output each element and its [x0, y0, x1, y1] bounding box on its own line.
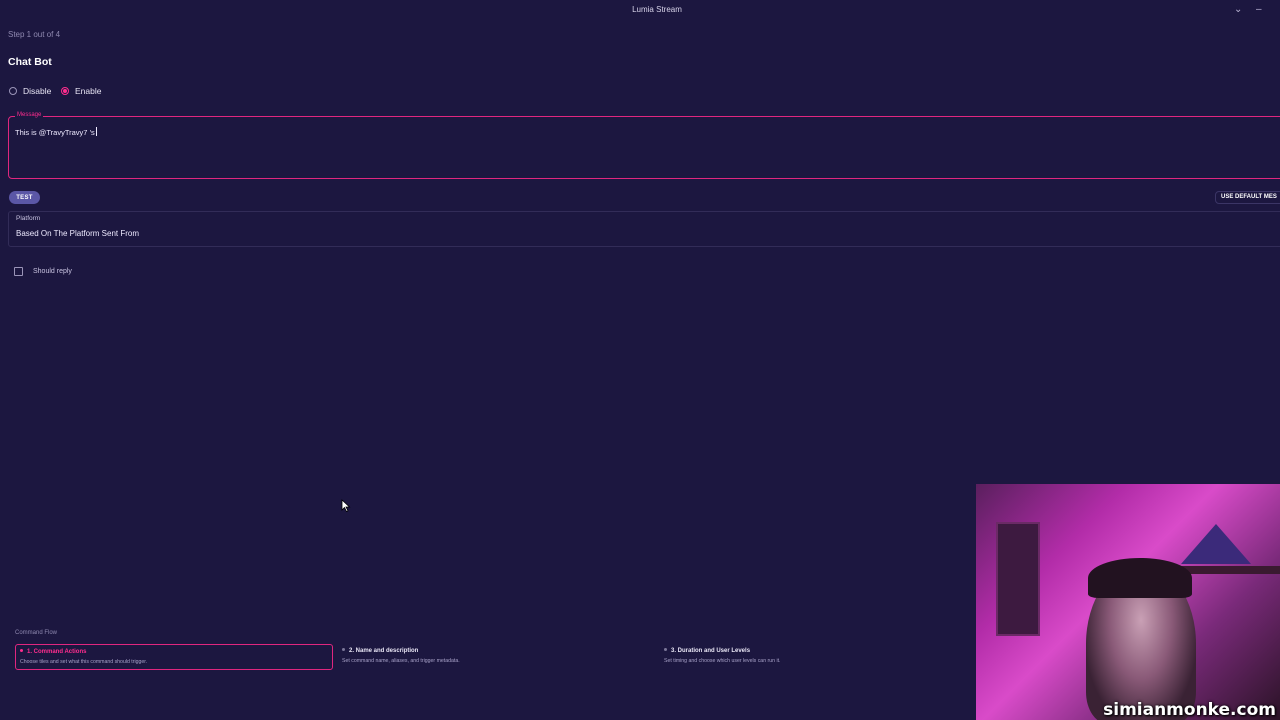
app-title: Lumia Stream	[632, 5, 682, 14]
message-value: This is @TravyTravy7 's	[15, 128, 95, 137]
platform-label: Platform	[16, 215, 41, 222]
flow-step-desc: Set timing and choose which user levels …	[664, 658, 781, 664]
flow-step-title: 2. Name and description	[349, 648, 419, 654]
radio-enable-circle[interactable]	[61, 87, 69, 95]
radio-disable-circle[interactable]	[9, 87, 17, 95]
should-reply-checkbox[interactable]	[14, 267, 23, 276]
test-button[interactable]: TEST	[9, 191, 40, 204]
radio-disable[interactable]: Disable	[9, 86, 51, 96]
webcam-overlay: simianmonke.com	[976, 484, 1280, 720]
flag-display	[1181, 524, 1251, 564]
watermark-text: simianmonke.com	[1103, 700, 1276, 720]
chevron-down-icon[interactable]: ⌄	[1234, 4, 1242, 16]
use-default-message-button[interactable]: USE DEFAULT MES	[1215, 191, 1280, 204]
minimize-icon[interactable]: –	[1256, 4, 1262, 16]
flow-step-duration-user-levels[interactable]: 3. Duration and User Levels Set timing a…	[660, 644, 970, 670]
flow-step-desc: Set command name, aliases, and trigger m…	[342, 658, 460, 664]
wall-poster	[996, 522, 1040, 636]
flow-step-desc: Choose tiles and set what this command s…	[20, 659, 148, 665]
message-input[interactable]: This is @TravyTravy7 's	[15, 127, 97, 137]
dot-icon	[664, 648, 667, 651]
platform-select[interactable]: Platform Based On The Platform Sent From	[8, 211, 1280, 247]
streamer-hair	[1088, 558, 1192, 598]
radio-disable-label: Disable	[23, 86, 52, 96]
message-field[interactable]: Message This is @TravyTravy7 's	[8, 112, 1280, 179]
flow-step-title: 3. Duration and User Levels	[671, 648, 751, 654]
flow-step-name-description[interactable]: 2. Name and description Set command name…	[338, 644, 656, 670]
should-reply-label: Should reply	[33, 268, 72, 275]
radio-enable-label: Enable	[75, 86, 102, 96]
message-label: Message	[15, 112, 44, 118]
title-bar: Lumia Stream ⌄ –	[0, 0, 1280, 22]
command-flow-title: Command Flow	[15, 630, 58, 636]
step-indicator: Step 1 out of 4	[8, 30, 61, 39]
text-caret	[95, 127, 97, 136]
active-dot-icon	[20, 649, 23, 652]
radio-enable[interactable]: Enable	[61, 86, 101, 96]
flow-step-command-actions[interactable]: 1. Command Actions Choose tiles and set …	[15, 644, 333, 670]
dot-icon	[342, 648, 345, 651]
platform-value: Based On The Platform Sent From	[16, 229, 140, 238]
mouse-pointer-icon	[341, 499, 351, 513]
section-title: Chat Bot	[8, 56, 52, 68]
flow-step-title: 1. Command Actions	[27, 649, 87, 655]
